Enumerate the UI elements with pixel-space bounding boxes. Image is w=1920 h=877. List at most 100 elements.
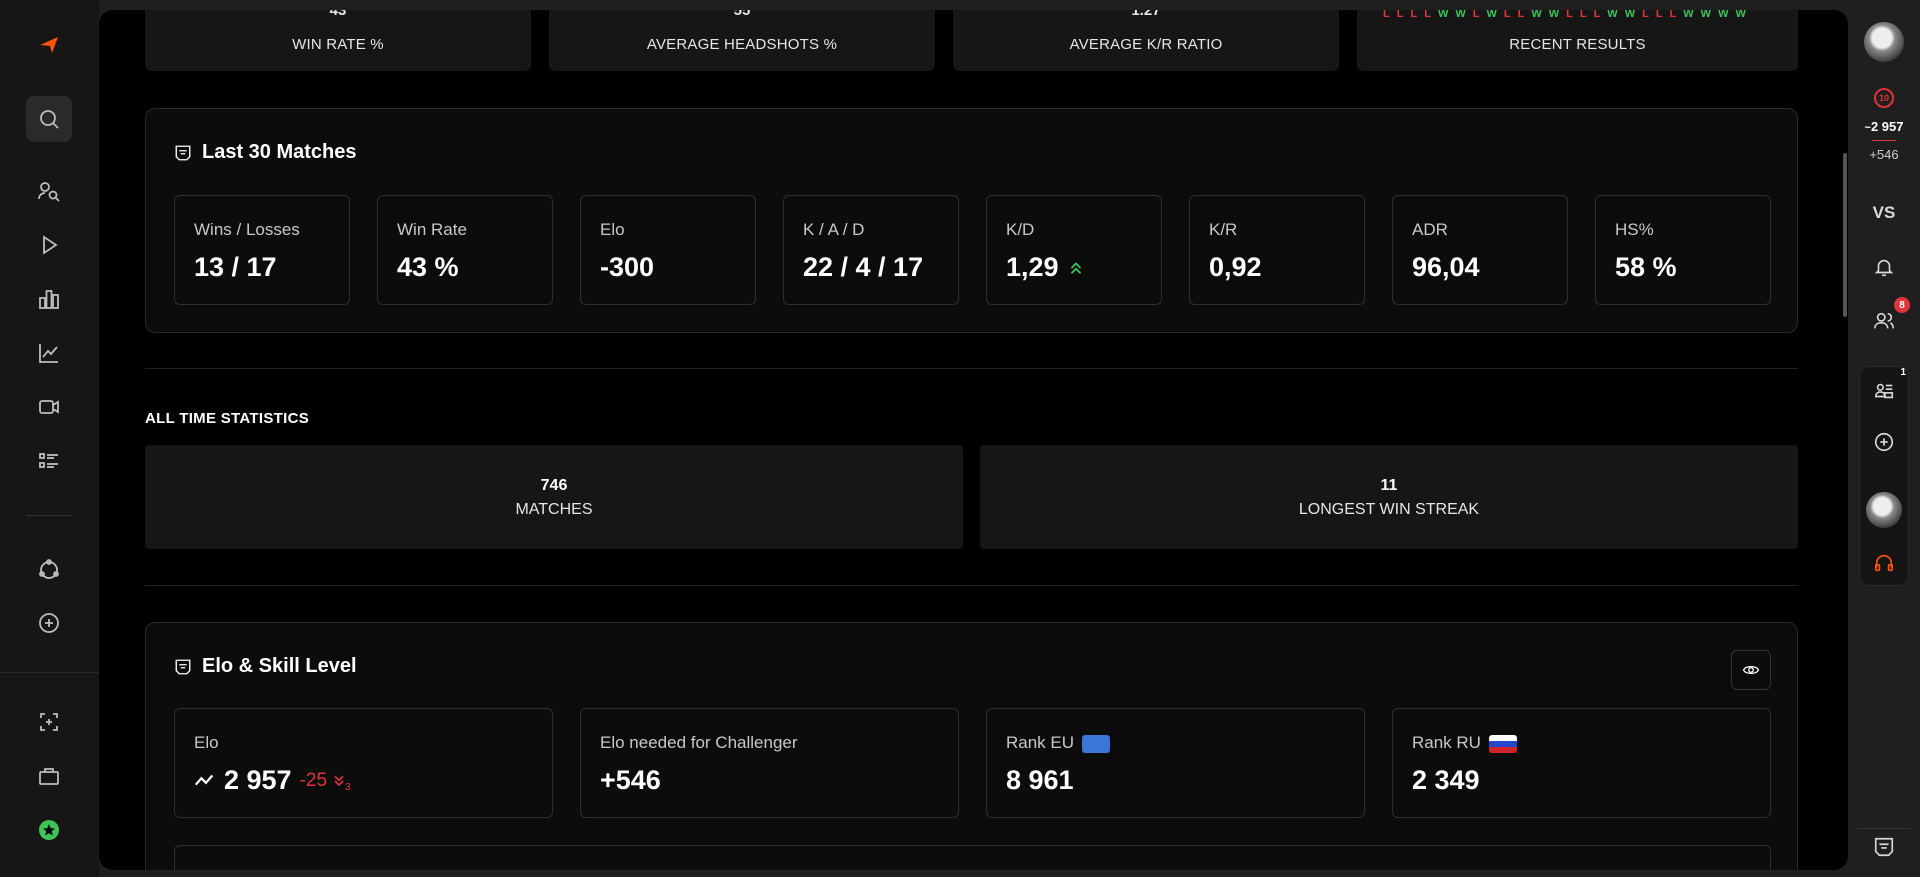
tile-next-row [174, 845, 1771, 870]
tile-win-rate: Win Rate 43 % [377, 195, 553, 305]
stat-label: AVERAGE K/R RATIO [1069, 36, 1223, 53]
elo-trend-icon [194, 774, 214, 785]
party-count-badge: 1 [1900, 367, 1906, 378]
eye-icon [1742, 665, 1760, 675]
result-win: W [1531, 10, 1542, 20]
star-badge-icon [39, 820, 59, 840]
result-loss: L [1669, 10, 1677, 20]
plus-circle-icon [39, 613, 59, 633]
faceit-logo-icon[interactable] [26, 22, 72, 68]
stat-label: RECENT RESULTS [1509, 36, 1646, 53]
tile-value: -300 [600, 252, 654, 283]
user-search-icon [38, 182, 60, 202]
tile-label: Elo needed for Challenger [600, 733, 798, 752]
alltime-value: 746 [540, 477, 568, 494]
bell-icon [1874, 259, 1894, 277]
video-icon [39, 400, 59, 414]
faceit-helmet-icon [175, 145, 191, 160]
result-loss: L [1593, 10, 1601, 20]
nav-create[interactable] [26, 600, 72, 646]
result-win: W [1437, 10, 1449, 20]
eu-flag-icon [1082, 734, 1111, 753]
tile-wins-losses: Wins / Losses 13 / 17 [174, 195, 350, 305]
result-loss: L [1503, 10, 1511, 20]
card-title: Elo & Skill Level [174, 655, 357, 678]
tile-value-text: -300 [600, 252, 655, 282]
nav-add-frame[interactable] [26, 699, 72, 745]
hub-icon [39, 559, 59, 579]
party-button[interactable]: 1 [1866, 367, 1906, 409]
tile-kad: K / A / D 22 / 4 / 17 [783, 195, 959, 305]
trend-up-double-chevron-icon [1070, 261, 1081, 274]
nav-premium[interactable] [26, 807, 72, 853]
tile-rank-ru: Rank RU 2 349 [1392, 708, 1771, 818]
tile-value: 13 / 17 [194, 252, 277, 283]
stat-win-rate: 43 WIN RATE % [145, 10, 531, 71]
rail-elo-value: 2 957 [1870, 119, 1904, 134]
ru-flag-icon [1488, 734, 1517, 753]
section-heading-all-time: ALL TIME STATISTICS [145, 410, 310, 427]
notifications-button[interactable] [1866, 249, 1902, 285]
faceit-helmet-icon [175, 659, 191, 674]
result-loss: L [1579, 10, 1587, 20]
toggle-visibility-button[interactable] [1731, 650, 1771, 690]
tile-label-text: Rank EU [1006, 733, 1075, 752]
stat-value: 1.27 [1131, 10, 1161, 19]
leaderboard-icon [39, 290, 59, 309]
voice-chat-button[interactable] [1866, 545, 1902, 581]
result-loss: L [1383, 10, 1390, 20]
result-win: W [1683, 10, 1694, 20]
rail-elo-gain: +546 [1869, 147, 1899, 162]
scan-plus-icon [40, 713, 58, 731]
last-30-matches-card: Last 30 Matches Wins / Losses 13 / 17 Wi… [145, 108, 1798, 333]
nav-shop[interactable] [26, 753, 72, 799]
nav-clubs[interactable] [26, 547, 72, 593]
rail-elo: ~2 957 [1848, 119, 1920, 134]
chart-line-icon [39, 344, 58, 363]
tile-value-text: 8 961 [1006, 765, 1074, 795]
faceit-app-button[interactable] [1866, 829, 1902, 865]
stat-label: WIN RATE % [292, 36, 384, 53]
alltime-longest-win-streak: 11 LONGEST WIN STREAK [980, 445, 1798, 549]
add-to-party-button[interactable] [1866, 424, 1902, 460]
vs-button[interactable]: VS [1848, 203, 1920, 223]
list-icon [39, 453, 58, 468]
tile-value: 2 957 -25 3 [194, 765, 351, 796]
nav-find-players[interactable] [26, 168, 72, 214]
play-icon [43, 235, 58, 255]
tile-elo: Elo -300 [580, 195, 756, 305]
result-win: W [1735, 10, 1746, 20]
nav-divider [0, 672, 99, 673]
result-loss: L [1517, 10, 1525, 20]
nav-stats[interactable] [26, 330, 72, 376]
elo-progress-line [1872, 140, 1896, 141]
result-loss: L [1655, 10, 1663, 20]
tile-label: K / A / D [803, 220, 865, 239]
tile-label-text: Rank RU [1412, 733, 1481, 752]
party-member-avatar[interactable] [1866, 492, 1902, 528]
user-avatar[interactable] [1864, 22, 1904, 62]
nav-lists[interactable] [26, 438, 72, 484]
nav-leaderboards[interactable] [26, 276, 72, 322]
faceit-helmet-icon [1874, 837, 1894, 857]
main-scrollbar[interactable] [1843, 153, 1847, 317]
tile-hs-percent: HS% 58 % [1595, 195, 1771, 305]
nav-play[interactable] [26, 222, 72, 268]
tile-value: 22 / 4 / 17 [803, 252, 923, 283]
result-win: W [1548, 10, 1560, 20]
tile-adr: ADR 96,04 [1392, 195, 1568, 305]
friends-button[interactable]: 8 [1866, 297, 1910, 339]
result-win: W [1455, 10, 1466, 20]
tile-value: 0,92 [1209, 252, 1262, 283]
tile-value-text: 0,92 [1209, 252, 1262, 282]
skill-level-badge[interactable]: 10 [1874, 88, 1894, 108]
search-button[interactable] [26, 96, 72, 142]
tile-label: Rank EU [1006, 733, 1111, 753]
tile-kr: K/R 0,92 [1189, 195, 1365, 305]
alltime-value: 11 [1380, 477, 1398, 494]
card-title: Last 30 Matches [174, 141, 357, 164]
result-win: W [1624, 10, 1636, 20]
result-loss: L [1566, 10, 1573, 20]
nav-watch[interactable] [26, 384, 72, 430]
result-win: W [1700, 10, 1712, 20]
